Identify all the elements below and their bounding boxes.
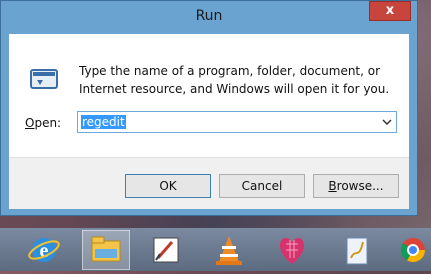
vlc-icon <box>216 236 242 265</box>
open-label: Open: <box>25 116 61 130</box>
paint-icon <box>153 237 179 263</box>
browse-label: rowse... <box>336 179 384 193</box>
signature-app-icon <box>346 237 368 265</box>
chevron-down-icon[interactable] <box>382 116 392 128</box>
close-button[interactable]: x <box>369 1 411 21</box>
dialog-body: Type the name of a program, folder, docu… <box>9 34 409 209</box>
taskbar-item-chrome[interactable] <box>395 230 431 270</box>
open-label-text: pen: <box>34 116 62 130</box>
taskbar-item-signature[interactable] <box>333 230 381 270</box>
heart-app-icon <box>279 238 305 264</box>
browse-button[interactable]: Browse... <box>313 174 399 198</box>
close-icon: x <box>385 3 395 18</box>
dialog-title: Run <box>195 8 223 24</box>
description-text: Type the name of a program, folder, docu… <box>79 64 390 96</box>
chrome-icon <box>400 238 425 263</box>
browse-accelerator: B <box>328 179 337 193</box>
open-combobox[interactable]: regedit <box>77 111 397 133</box>
internet-explorer-icon: e <box>28 238 60 262</box>
open-input-value[interactable]: regedit <box>81 115 126 129</box>
taskbar-item-vlc[interactable] <box>205 230 253 270</box>
taskbar-item-ie[interactable]: e <box>20 230 68 270</box>
title-bar[interactable]: Run x <box>1 1 417 31</box>
taskbar-item-explorer[interactable] <box>82 230 130 270</box>
taskbar-item-paint[interactable] <box>142 230 190 270</box>
taskbar-item-heart[interactable] <box>268 230 316 270</box>
taskbar: e <box>0 228 431 271</box>
file-explorer-icon <box>91 236 121 262</box>
cancel-button[interactable]: Cancel <box>219 174 305 198</box>
run-icon <box>30 69 58 89</box>
run-dialog: Run x Type the name of a program, folder… <box>0 0 418 216</box>
ok-button[interactable]: OK <box>125 174 211 198</box>
